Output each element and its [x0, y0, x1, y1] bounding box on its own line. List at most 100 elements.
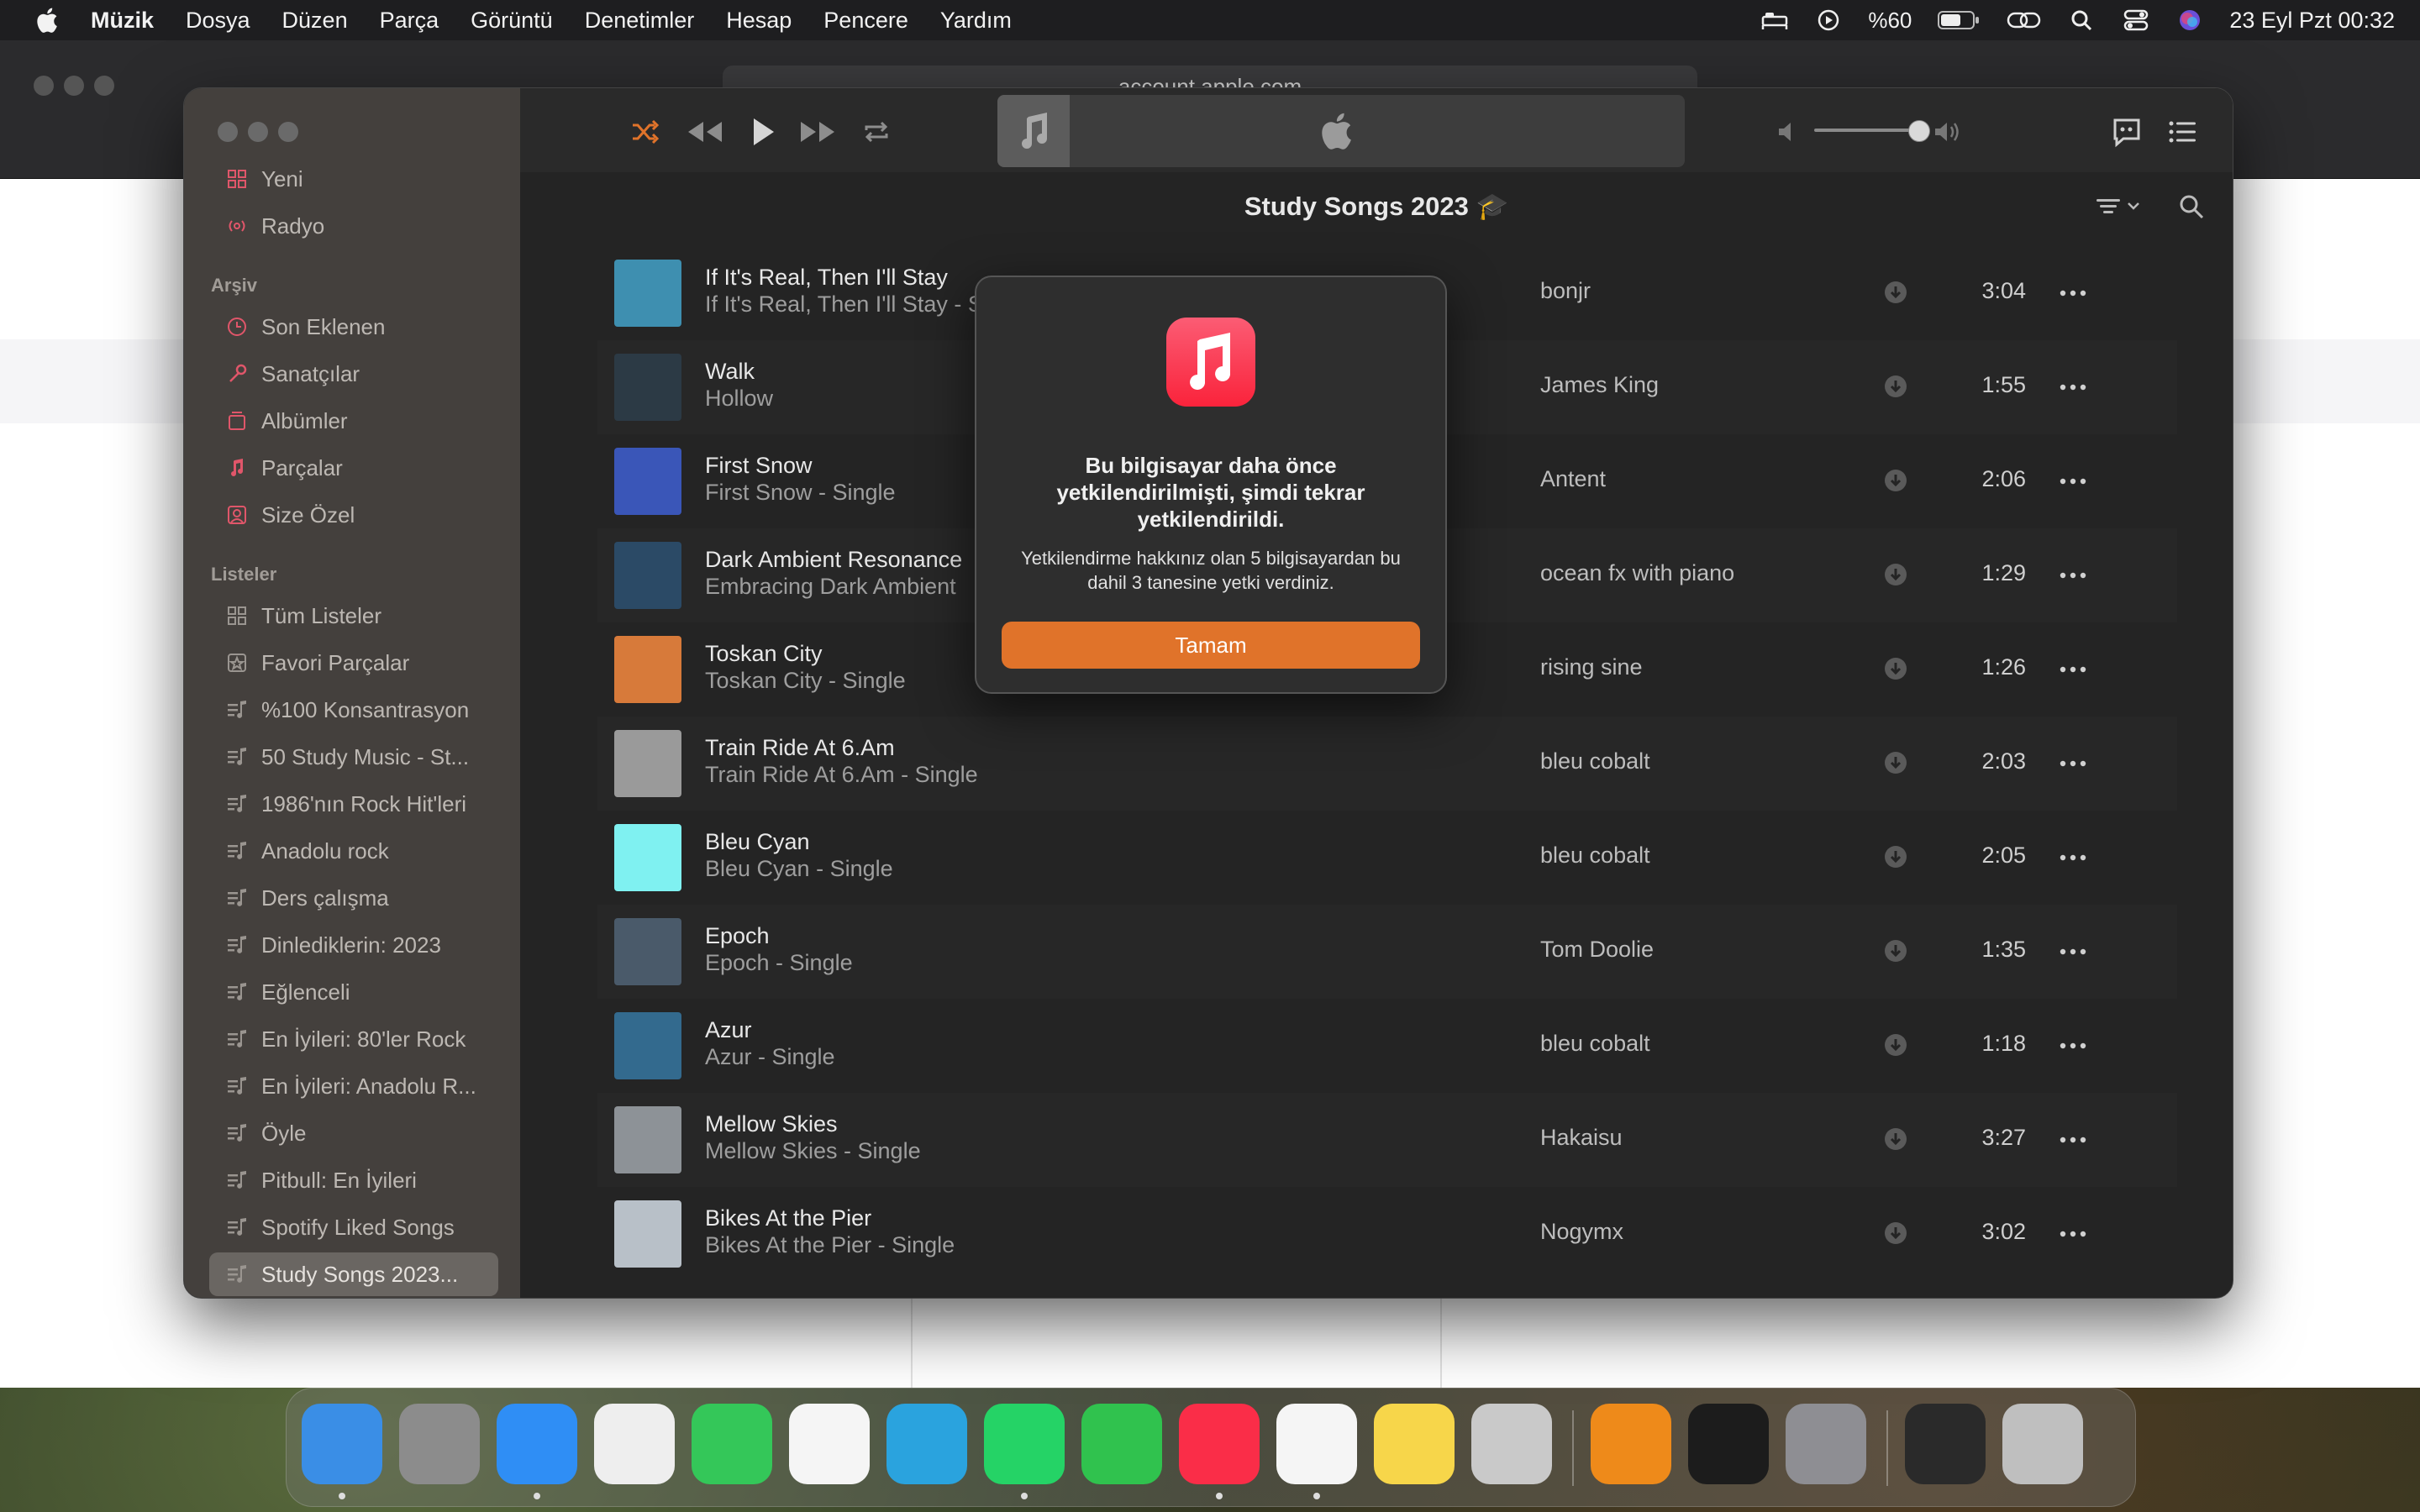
more-options-icon[interactable]: [2056, 1224, 2090, 1244]
more-options-icon[interactable]: [2056, 848, 2090, 868]
sidebar-item[interactable]: Parçalar: [209, 446, 498, 490]
previous-track-icon[interactable]: [683, 115, 725, 149]
menu-goruntu[interactable]: Görüntü: [471, 8, 553, 34]
shuffle-icon[interactable]: [628, 115, 661, 149]
sidebar-item[interactable]: Sanatçılar: [209, 352, 498, 396]
download-icon[interactable]: [1883, 1126, 1908, 1152]
zoom-button[interactable]: [278, 122, 298, 142]
sidebar-item[interactable]: Tüm Listeler: [209, 594, 498, 638]
download-icon[interactable]: [1883, 562, 1908, 587]
track-artist[interactable]: ocean fx with piano: [1540, 560, 1734, 586]
download-icon[interactable]: [1883, 656, 1908, 681]
now-playing-display[interactable]: [997, 95, 1685, 167]
screen-mirroring-icon[interactable]: [2006, 8, 2043, 32]
track-row[interactable]: Train Ride At 6.Am Train Ride At 6.Am - S…: [597, 717, 2177, 811]
sidebar-item[interactable]: Eğlenceli: [209, 970, 498, 1014]
sidebar-item[interactable]: Study Songs 2023...: [209, 1252, 498, 1296]
ok-button[interactable]: Tamam: [1002, 622, 1420, 669]
sidebar-item[interactable]: Spotify Liked Songs: [209, 1205, 498, 1249]
dock-whatsapp-icon[interactable]: [984, 1404, 1065, 1484]
download-icon[interactable]: [1883, 938, 1908, 963]
sidebar-item[interactable]: Pitbull: En İyileri: [209, 1158, 498, 1202]
track-row[interactable]: Mellow Skies Mellow Skies - Single Hakaisu…: [597, 1093, 2177, 1187]
dock-trash-icon[interactable]: [2002, 1404, 2083, 1484]
apple-menu-icon[interactable]: [34, 6, 59, 34]
menu-denetimler[interactable]: Denetimler: [585, 8, 695, 34]
sidebar-item[interactable]: Radyo: [209, 204, 498, 248]
track-row[interactable]: Azur Azur - Single bleu cobalt 1:18: [597, 999, 2177, 1093]
minimize-button[interactable]: [248, 122, 268, 142]
sidebar-item[interactable]: Ders çalışma: [209, 876, 498, 920]
dock-freeform-icon[interactable]: [1276, 1404, 1357, 1484]
dock-vlc-icon[interactable]: [1591, 1404, 1671, 1484]
sidebar-item[interactable]: Son Eklenen: [209, 305, 498, 349]
lyrics-icon[interactable]: [2110, 115, 2144, 149]
download-icon[interactable]: [1883, 750, 1908, 775]
track-artist[interactable]: bonjr: [1540, 278, 1591, 304]
track-artist[interactable]: Hakaisu: [1540, 1125, 1623, 1151]
track-row[interactable]: Epoch Epoch - Single Tom Doolie 1:35: [597, 905, 2177, 999]
dock-finder-icon[interactable]: [302, 1404, 382, 1484]
menu-app-name[interactable]: Müzik: [91, 8, 154, 34]
dock-system-settings-icon[interactable]: [1786, 1404, 1866, 1484]
sidebar-item[interactable]: Dinlediklerin: 2023: [209, 923, 498, 967]
more-options-icon[interactable]: [2056, 471, 2090, 491]
more-options-icon[interactable]: [2056, 283, 2090, 303]
play-icon[interactable]: [745, 115, 779, 149]
sidebar-item[interactable]: Favori Parçalar: [209, 641, 498, 685]
search-icon[interactable]: [2177, 192, 2206, 221]
sidebar-item[interactable]: %100 Konsantrasyon: [209, 688, 498, 732]
track-artist[interactable]: Tom Doolie: [1540, 937, 1654, 963]
browser-zoom-button[interactable]: [94, 76, 114, 96]
dock-photos-icon[interactable]: [789, 1404, 870, 1484]
siri-icon[interactable]: [2175, 8, 2204, 32]
dock-clock-icon[interactable]: [1688, 1404, 1769, 1484]
dock-music-icon[interactable]: [1179, 1404, 1260, 1484]
browser-minimize-button[interactable]: [64, 76, 84, 96]
download-icon[interactable]: [1883, 1221, 1908, 1246]
browser-close-button[interactable]: [34, 76, 54, 96]
menu-hesap[interactable]: Hesap: [726, 8, 792, 34]
sidebar-item[interactable]: 1986'nın Rock Hit'leri: [209, 782, 498, 826]
track-artist[interactable]: bleu cobalt: [1540, 748, 1650, 774]
track-artist[interactable]: bleu cobalt: [1540, 1031, 1650, 1057]
dock-notes-icon[interactable]: [1374, 1404, 1455, 1484]
volume-slider[interactable]: [1814, 120, 1930, 142]
dock-facetime-icon[interactable]: [1081, 1404, 1162, 1484]
repeat-icon[interactable]: [860, 115, 893, 149]
more-options-icon[interactable]: [2056, 1036, 2090, 1056]
close-button[interactable]: [218, 122, 238, 142]
sidebar-item[interactable]: En İyileri: Anadolu R...: [209, 1064, 498, 1108]
more-options-icon[interactable]: [2056, 753, 2090, 774]
track-row[interactable]: Bleu Cyan Bleu Cyan - Single bleu cobalt 2:…: [597, 811, 2177, 905]
sort-options-icon[interactable]: [2095, 194, 2149, 219]
sidebar-item[interactable]: Albümler: [209, 399, 498, 443]
menu-dosya[interactable]: Dosya: [186, 8, 250, 34]
volume-slider-knob[interactable]: [1908, 120, 1930, 142]
track-artist[interactable]: James King: [1540, 372, 1659, 398]
download-icon[interactable]: [1883, 844, 1908, 869]
track-artist[interactable]: Antent: [1540, 466, 1606, 492]
menu-parca[interactable]: Parça: [380, 8, 439, 34]
download-icon[interactable]: [1883, 1032, 1908, 1058]
dock-messages-icon[interactable]: [692, 1404, 772, 1484]
track-artist[interactable]: rising sine: [1540, 654, 1643, 680]
download-icon[interactable]: [1883, 468, 1908, 493]
menu-pencere[interactable]: Pencere: [823, 8, 908, 34]
sidebar-item[interactable]: 50 Study Music - St...: [209, 735, 498, 779]
sidebar-item[interactable]: Yeni: [209, 157, 498, 201]
dock-safari-icon[interactable]: [497, 1404, 577, 1484]
more-options-icon[interactable]: [2056, 377, 2090, 397]
battery-icon[interactable]: [1937, 9, 1981, 31]
dock-iphone-mirroring-icon[interactable]: [1471, 1404, 1552, 1484]
download-icon[interactable]: [1883, 374, 1908, 399]
more-options-icon[interactable]: [2056, 659, 2090, 680]
track-row[interactable]: Bikes At the Pier Bikes At the Pier - Sin…: [597, 1187, 2177, 1281]
sidebar-item[interactable]: Öyle: [209, 1111, 498, 1155]
bed-icon[interactable]: [1760, 8, 1789, 32]
sidebar-item[interactable]: Anadolu rock: [209, 829, 498, 873]
sidebar-item[interactable]: En İyileri: 80'ler Rock: [209, 1017, 498, 1061]
dock-chrome-icon[interactable]: [594, 1404, 675, 1484]
dock-launchpad-icon[interactable]: [399, 1404, 480, 1484]
menu-yardim[interactable]: Yardım: [940, 8, 1012, 34]
